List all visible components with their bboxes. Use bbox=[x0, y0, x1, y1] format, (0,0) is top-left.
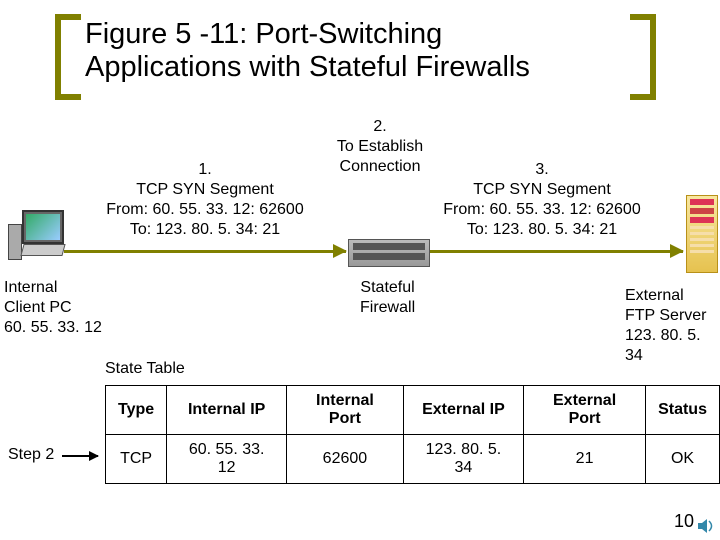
title-line1: Figure 5 -11: Port-Switching bbox=[85, 18, 442, 50]
td-status: OK bbox=[646, 435, 720, 484]
state-table-title: State Table bbox=[105, 360, 185, 378]
srv-l1: External bbox=[625, 287, 684, 304]
srv-l3: 123. 80. 5. 34 bbox=[625, 327, 701, 364]
server-label: External FTP Server 123. 80. 5. 34 bbox=[625, 286, 720, 366]
td-internal-ip: 60. 55. 33. 12 bbox=[167, 435, 287, 484]
srv-l2: FTP Server bbox=[625, 307, 707, 324]
ftp-server-icon bbox=[686, 195, 718, 273]
step2-label: Step 2 bbox=[8, 446, 54, 464]
pc-l3: 60. 55. 33. 12 bbox=[4, 319, 102, 336]
note2-l2: Connection bbox=[340, 158, 421, 175]
td-internal-port: 62600 bbox=[287, 435, 404, 484]
th-status: Status bbox=[646, 386, 720, 435]
note-1: 1. TCP SYN Segment From: 60. 55. 33. 12:… bbox=[95, 160, 315, 240]
client-pc-icon bbox=[8, 210, 64, 266]
note3-num: 3. bbox=[535, 161, 548, 178]
firewall-label: Stateful Firewall bbox=[360, 278, 415, 318]
page-number: 10 bbox=[674, 511, 694, 532]
td-external-ip: 123. 80. 5. 34 bbox=[403, 435, 523, 484]
title-line2: Applications with Stateful Firewalls bbox=[85, 51, 530, 83]
note3-l2: From: 60. 55. 33. 12: 62600 bbox=[443, 201, 640, 218]
client-pc-label: Internal Client PC 60. 55. 33. 12 bbox=[4, 278, 102, 338]
title-bracket-right bbox=[630, 14, 656, 100]
note2-num: 2. bbox=[373, 118, 386, 135]
pc-l2: Client PC bbox=[4, 299, 72, 316]
table-header-row: Type Internal IP Internal Port External … bbox=[106, 386, 720, 435]
td-external-port: 21 bbox=[524, 435, 646, 484]
td-type: TCP bbox=[106, 435, 167, 484]
note2-l1: To Establish bbox=[337, 138, 423, 155]
figure-title: Figure 5 -11: Port-Switching Application… bbox=[85, 18, 530, 85]
title-bracket-left bbox=[55, 14, 81, 100]
pc-l1: Internal bbox=[4, 279, 57, 296]
th-internal-port: Internal Port bbox=[287, 386, 404, 435]
arrow-pc-to-firewall bbox=[64, 250, 346, 253]
note3-l1: TCP SYN Segment bbox=[473, 181, 611, 198]
table-row: TCP 60. 55. 33. 12 62600 123. 80. 5. 34 … bbox=[106, 435, 720, 484]
note-3: 3. TCP SYN Segment From: 60. 55. 33. 12:… bbox=[432, 160, 652, 240]
th-external-port: External Port bbox=[524, 386, 646, 435]
firewall-icon bbox=[348, 239, 430, 267]
note1-l2: From: 60. 55. 33. 12: 62600 bbox=[106, 201, 303, 218]
fw-l2: Firewall bbox=[360, 299, 415, 316]
arrow-step2 bbox=[62, 455, 98, 457]
note-2: 2. To Establish Connection bbox=[310, 117, 450, 177]
fw-l1: Stateful bbox=[360, 279, 414, 296]
note1-l1: TCP SYN Segment bbox=[136, 181, 274, 198]
note1-l3: To: 123. 80. 5. 34: 21 bbox=[130, 221, 280, 238]
note1-num: 1. bbox=[198, 161, 211, 178]
note3-l3: To: 123. 80. 5. 34: 21 bbox=[467, 221, 617, 238]
th-internal-ip: Internal IP bbox=[167, 386, 287, 435]
state-table: Type Internal IP Internal Port External … bbox=[105, 385, 720, 484]
th-external-ip: External IP bbox=[403, 386, 523, 435]
arrow-firewall-to-server bbox=[430, 250, 683, 253]
th-type: Type bbox=[106, 386, 167, 435]
speaker-icon bbox=[698, 518, 716, 534]
